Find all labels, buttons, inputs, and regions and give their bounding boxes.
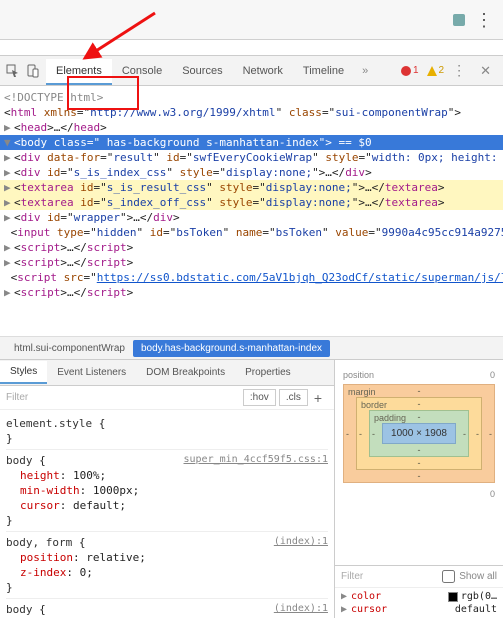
dom-node[interactable]: ▶<div data-for="result" id="swfEveryCook… bbox=[0, 150, 503, 165]
show-all-label: Show all bbox=[459, 571, 497, 582]
hov-toggle[interactable]: :hov bbox=[243, 389, 276, 406]
inspect-icon[interactable] bbox=[6, 64, 20, 78]
dom-node[interactable]: ▶<script>…</script> bbox=[0, 285, 503, 300]
styles-subtabs: StylesEvent ListenersDOM BreakpointsProp… bbox=[0, 360, 334, 386]
browser-menu-icon[interactable]: ⋮ bbox=[475, 10, 493, 31]
device-toggle-icon[interactable] bbox=[26, 64, 40, 78]
dom-node[interactable]: <!DOCTYPE html> bbox=[0, 90, 503, 105]
box-model-content: 1000 × 1908 bbox=[382, 423, 456, 444]
dom-node[interactable]: ▶<head>…</head> bbox=[0, 120, 503, 135]
computed-filter-input[interactable]: Filter bbox=[341, 571, 442, 582]
computed-prop[interactable]: ▶colorrgb(0… bbox=[341, 590, 497, 603]
tab-console[interactable]: Console bbox=[112, 59, 172, 83]
tab-sources[interactable]: Sources bbox=[172, 59, 232, 83]
cls-toggle[interactable]: .cls bbox=[279, 389, 308, 406]
devtools-tabbar: ElementsConsoleSourcesNetworkTimeline » … bbox=[0, 56, 503, 86]
new-rule-button[interactable]: + bbox=[308, 390, 328, 406]
computed-props-list[interactable]: ▶colorrgb(0…▶cursordefault bbox=[335, 587, 503, 618]
styles-filter-input[interactable]: Filter bbox=[6, 392, 240, 403]
dom-node[interactable]: <script src="https://ss0.bdstatic.com/5a… bbox=[0, 270, 503, 285]
dom-node[interactable]: ▶<script>…</script> bbox=[0, 240, 503, 255]
show-all-checkbox[interactable] bbox=[442, 570, 455, 583]
tab-elements[interactable]: Elements bbox=[46, 59, 112, 85]
browser-chrome-bar: ⋮ bbox=[0, 0, 503, 40]
dom-node[interactable]: ▶<div id="wrapper">…</div> bbox=[0, 210, 503, 225]
subtab-dom-breakpoints[interactable]: DOM Breakpoints bbox=[136, 362, 235, 383]
rule-source-link[interactable]: (index):1 bbox=[274, 601, 328, 616]
dom-node[interactable]: ▼<body class=" has-background s-manhatta… bbox=[0, 135, 503, 150]
css-rules-list[interactable]: element.style {}super_min_4ccf59f5.css:1… bbox=[0, 410, 334, 618]
elements-dom-tree[interactable]: <!DOCTYPE html><html xmlns="http://www.w… bbox=[0, 86, 503, 336]
styles-panel: StylesEvent ListenersDOM BreakpointsProp… bbox=[0, 360, 335, 618]
css-rule[interactable]: (index):1body, form {position: relative;… bbox=[6, 532, 328, 599]
computed-sidebar: position0 margin - - - - border - - - - … bbox=[335, 360, 503, 618]
dom-node[interactable]: ▶<textarea id="s_index_off_css" style="d… bbox=[0, 195, 503, 210]
error-count[interactable]: 1 bbox=[401, 65, 419, 76]
devtools-panel: ElementsConsoleSourcesNetworkTimeline » … bbox=[0, 55, 503, 620]
computed-prop[interactable]: ▶cursordefault bbox=[341, 603, 497, 616]
styles-bottom-pane: StylesEvent ListenersDOM BreakpointsProp… bbox=[0, 360, 503, 618]
dom-node[interactable]: ▶<div id="s_is_index_css" style="display… bbox=[0, 165, 503, 180]
css-rule[interactable]: element.style {} bbox=[6, 413, 328, 450]
css-rule[interactable]: (index):1body {text-align: center;} bbox=[6, 599, 328, 618]
dom-node[interactable]: ▶<script>…</script> bbox=[0, 255, 503, 270]
dom-node[interactable]: <html xmlns="http://www.w3.org/1999/xhtm… bbox=[0, 105, 503, 120]
dom-node[interactable]: ▶<textarea id="s_is_result_css" style="d… bbox=[0, 180, 503, 195]
subtab-event-listeners[interactable]: Event Listeners bbox=[47, 362, 136, 383]
breadcrumb-bar: html.sui-componentWrapbody.has-backgroun… bbox=[0, 336, 503, 360]
dom-node[interactable]: <input type="hidden" id="bsToken" name="… bbox=[0, 225, 503, 240]
computed-filter-bar: Filter Show all bbox=[335, 565, 503, 587]
devtools-close-icon[interactable]: ✕ bbox=[474, 63, 497, 79]
devtools-settings-icon[interactable]: ⋮ bbox=[446, 62, 472, 79]
rule-source-link[interactable]: super_min_4ccf59f5.css:1 bbox=[184, 452, 329, 467]
breadcrumb-item[interactable]: body.has-background.s-manhattan-index bbox=[133, 340, 330, 357]
rule-source-link[interactable]: (index):1 bbox=[274, 534, 328, 549]
extension-icon[interactable] bbox=[451, 12, 467, 28]
subtab-styles[interactable]: Styles bbox=[0, 361, 47, 384]
more-tabs-chevron[interactable]: » bbox=[356, 65, 374, 77]
subtab-properties[interactable]: Properties bbox=[235, 362, 301, 383]
css-rule[interactable]: super_min_4ccf59f5.css:1body {height: 10… bbox=[6, 450, 328, 532]
styles-filter-bar: Filter :hov .cls + bbox=[0, 386, 334, 410]
breadcrumb-item[interactable]: html.sui-componentWrap bbox=[6, 340, 133, 357]
warning-count[interactable]: 2 bbox=[427, 65, 445, 76]
tab-network[interactable]: Network bbox=[233, 59, 293, 83]
tab-timeline[interactable]: Timeline bbox=[293, 59, 354, 83]
box-model[interactable]: position0 margin - - - - border - - - - … bbox=[335, 360, 503, 565]
